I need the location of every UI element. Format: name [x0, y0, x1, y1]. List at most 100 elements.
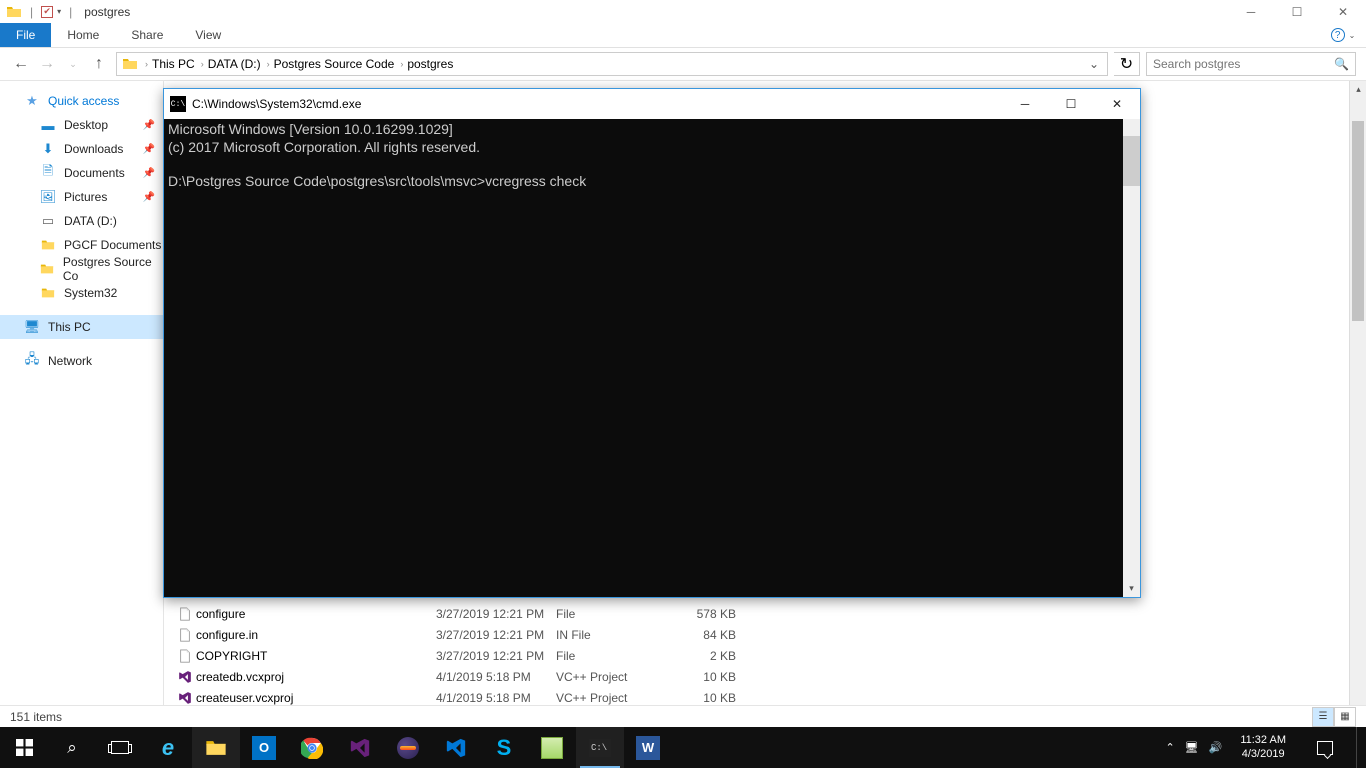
file-size: 2 KB [676, 649, 736, 663]
sidebar-item-pictures[interactable]: 🖼Pictures📌 [0, 185, 163, 209]
sidebar-quickaccess[interactable]: ★ Quick access [0, 89, 163, 113]
refresh-button[interactable]: ↻ [1114, 52, 1140, 76]
address-dropdown-icon[interactable]: ⌄ [1089, 57, 1103, 71]
documents-icon: 🗎 [40, 165, 56, 181]
pin-icon: 📌 [143, 168, 155, 179]
file-type: VC++ Project [556, 670, 676, 684]
desktop-icon: ▬ [40, 117, 56, 133]
details-view-button[interactable]: ☰ [1312, 707, 1334, 727]
taskbar-outlook[interactable]: O [240, 727, 288, 768]
file-type: VC++ Project [556, 691, 676, 705]
sidebar-item-data[interactable]: ▭DATA (D:) [0, 209, 163, 233]
sidebar-item-postgres-source[interactable]: Postgres Source Co [0, 257, 163, 281]
sidebar-network[interactable]: 🖧Network [0, 349, 163, 373]
qat-dropdown-icon[interactable]: ▾ [57, 7, 61, 16]
taskbar: ⌕ e O S C:\ W ⌃ 🖥 🔊 11:32 AM 4/3/2019 [0, 727, 1366, 768]
taskview-button[interactable] [96, 727, 144, 768]
nav-back-button[interactable]: ← [10, 53, 32, 75]
ribbon-tab-share[interactable]: Share [115, 23, 179, 47]
file-name: createuser.vcxproj [196, 691, 436, 705]
file-row[interactable]: COPYRIGHT3/27/2019 12:21 PMFile2 KB [174, 645, 1366, 666]
file-size: 578 KB [676, 607, 736, 621]
folder-icon [40, 285, 56, 301]
file-icon [174, 607, 196, 621]
show-desktop-button[interactable] [1356, 727, 1362, 768]
file-icon [174, 691, 196, 705]
cmd-maximize-button[interactable]: ☐ [1048, 89, 1094, 119]
folder-icon [40, 237, 56, 253]
nav-sidebar: ★ Quick access ▬Desktop📌 ⬇Downloads📌 🗎Do… [0, 81, 164, 727]
start-button[interactable] [0, 727, 48, 768]
nav-forward-button[interactable]: → [36, 53, 58, 75]
tray-clock[interactable]: 11:32 AM 4/3/2019 [1232, 734, 1294, 760]
taskbar-skype[interactable]: S [480, 727, 528, 768]
folder-icon [6, 4, 22, 20]
crumb-data[interactable]: DATA (D:)› [208, 57, 270, 71]
taskbar-word[interactable]: W [624, 727, 672, 768]
file-size: 84 KB [676, 628, 736, 642]
taskbar-vscode[interactable] [432, 727, 480, 768]
search-button[interactable]: ⌕ [48, 727, 96, 768]
maximize-button[interactable]: ☐ [1274, 0, 1320, 23]
sidebar-item-downloads[interactable]: ⬇Downloads📌 [0, 137, 163, 161]
taskbar-chrome[interactable] [288, 727, 336, 768]
file-date: 4/1/2019 5:18 PM [436, 691, 556, 705]
close-button[interactable]: ✕ [1320, 0, 1366, 23]
icons-view-button[interactable]: ▦ [1334, 707, 1356, 727]
file-scrollbar[interactable]: ▴ ▾ [1349, 81, 1366, 727]
crumb-thispc[interactable]: This PC› [152, 57, 204, 71]
sidebar-item-desktop[interactable]: ▬Desktop📌 [0, 113, 163, 137]
tray-volume-icon[interactable]: 🔊 [1209, 741, 1223, 754]
computer-icon: 🖥 [24, 319, 40, 335]
sidebar-item-system32[interactable]: System32 [0, 281, 163, 305]
nav-recent-button[interactable]: ⌄ [62, 53, 84, 75]
cmd-close-button[interactable]: ✕ [1094, 89, 1140, 119]
taskbar-notepadpp[interactable] [528, 727, 576, 768]
taskbar-cmd[interactable]: C:\ [576, 727, 624, 768]
sidebar-thispc[interactable]: 🖥This PC [0, 315, 163, 339]
downloads-icon: ⬇ [40, 141, 56, 157]
taskbar-ie[interactable]: e [144, 727, 192, 768]
file-name: createdb.vcxproj [196, 670, 436, 684]
breadcrumb[interactable]: › This PC› DATA (D:)› Postgres Source Co… [116, 52, 1108, 76]
window-titlebar: | ✔ ▾ | postgres ─ ☐ ✕ [0, 0, 1366, 23]
scrollbar-thumb[interactable] [1352, 121, 1364, 321]
crumb-postgres[interactable]: postgres [407, 57, 453, 71]
taskbar-explorer[interactable] [192, 727, 240, 768]
file-type: File [556, 649, 676, 663]
qat-checkbox-icon[interactable]: ✔ [41, 6, 53, 18]
pin-icon: 📌 [143, 120, 155, 131]
file-icon [174, 670, 196, 684]
file-date: 3/27/2019 12:21 PM [436, 628, 556, 642]
tray-notifications-button[interactable] [1304, 741, 1346, 755]
ribbon-tab-view[interactable]: View [179, 23, 237, 47]
ribbon-tab-file[interactable]: File [0, 23, 51, 47]
pictures-icon: 🖼 [40, 189, 56, 205]
search-input[interactable]: 🔍 [1146, 52, 1356, 76]
file-row[interactable]: configure3/27/2019 12:21 PMFile578 KB [174, 603, 1366, 624]
taskbar-eclipse[interactable] [384, 727, 432, 768]
file-type: File [556, 607, 676, 621]
address-bar: ← → ⌄ ↑ › This PC› DATA (D:)› Postgres S… [0, 48, 1366, 81]
minimize-button[interactable]: ─ [1228, 0, 1274, 23]
file-size: 10 KB [676, 691, 736, 705]
cmd-scrollbar[interactable]: ▴ ▾ [1123, 119, 1140, 597]
cmd-titlebar[interactable]: C:\ C:\Windows\System32\cmd.exe ─ ☐ ✕ [164, 89, 1140, 119]
ribbon-help-button[interactable]: ?⌄ [1320, 23, 1366, 47]
tray-network-icon[interactable]: 🖥 [1185, 741, 1199, 754]
ribbon-tab-home[interactable]: Home [51, 23, 115, 47]
sidebar-item-pgcf[interactable]: PGCF Documents [0, 233, 163, 257]
folder-icon [40, 261, 55, 277]
file-row[interactable]: createdb.vcxproj4/1/2019 5:18 PMVC++ Pro… [174, 666, 1366, 687]
ribbon-tabs: File Home Share View ?⌄ [0, 23, 1366, 48]
file-row[interactable]: configure.in3/27/2019 12:21 PMIN File84 … [174, 624, 1366, 645]
star-icon: ★ [24, 93, 40, 109]
taskbar-visualstudio[interactable] [336, 727, 384, 768]
file-type: IN File [556, 628, 676, 642]
cmd-minimize-button[interactable]: ─ [1002, 89, 1048, 119]
tray-chevron-icon[interactable]: ⌃ [1165, 741, 1174, 754]
crumb-source[interactable]: Postgres Source Code› [274, 57, 404, 71]
cmd-body[interactable]: Microsoft Windows [Version 10.0.16299.10… [164, 119, 1140, 597]
sidebar-item-documents[interactable]: 🗎Documents📌 [0, 161, 163, 185]
nav-up-button[interactable]: ↑ [88, 53, 110, 75]
